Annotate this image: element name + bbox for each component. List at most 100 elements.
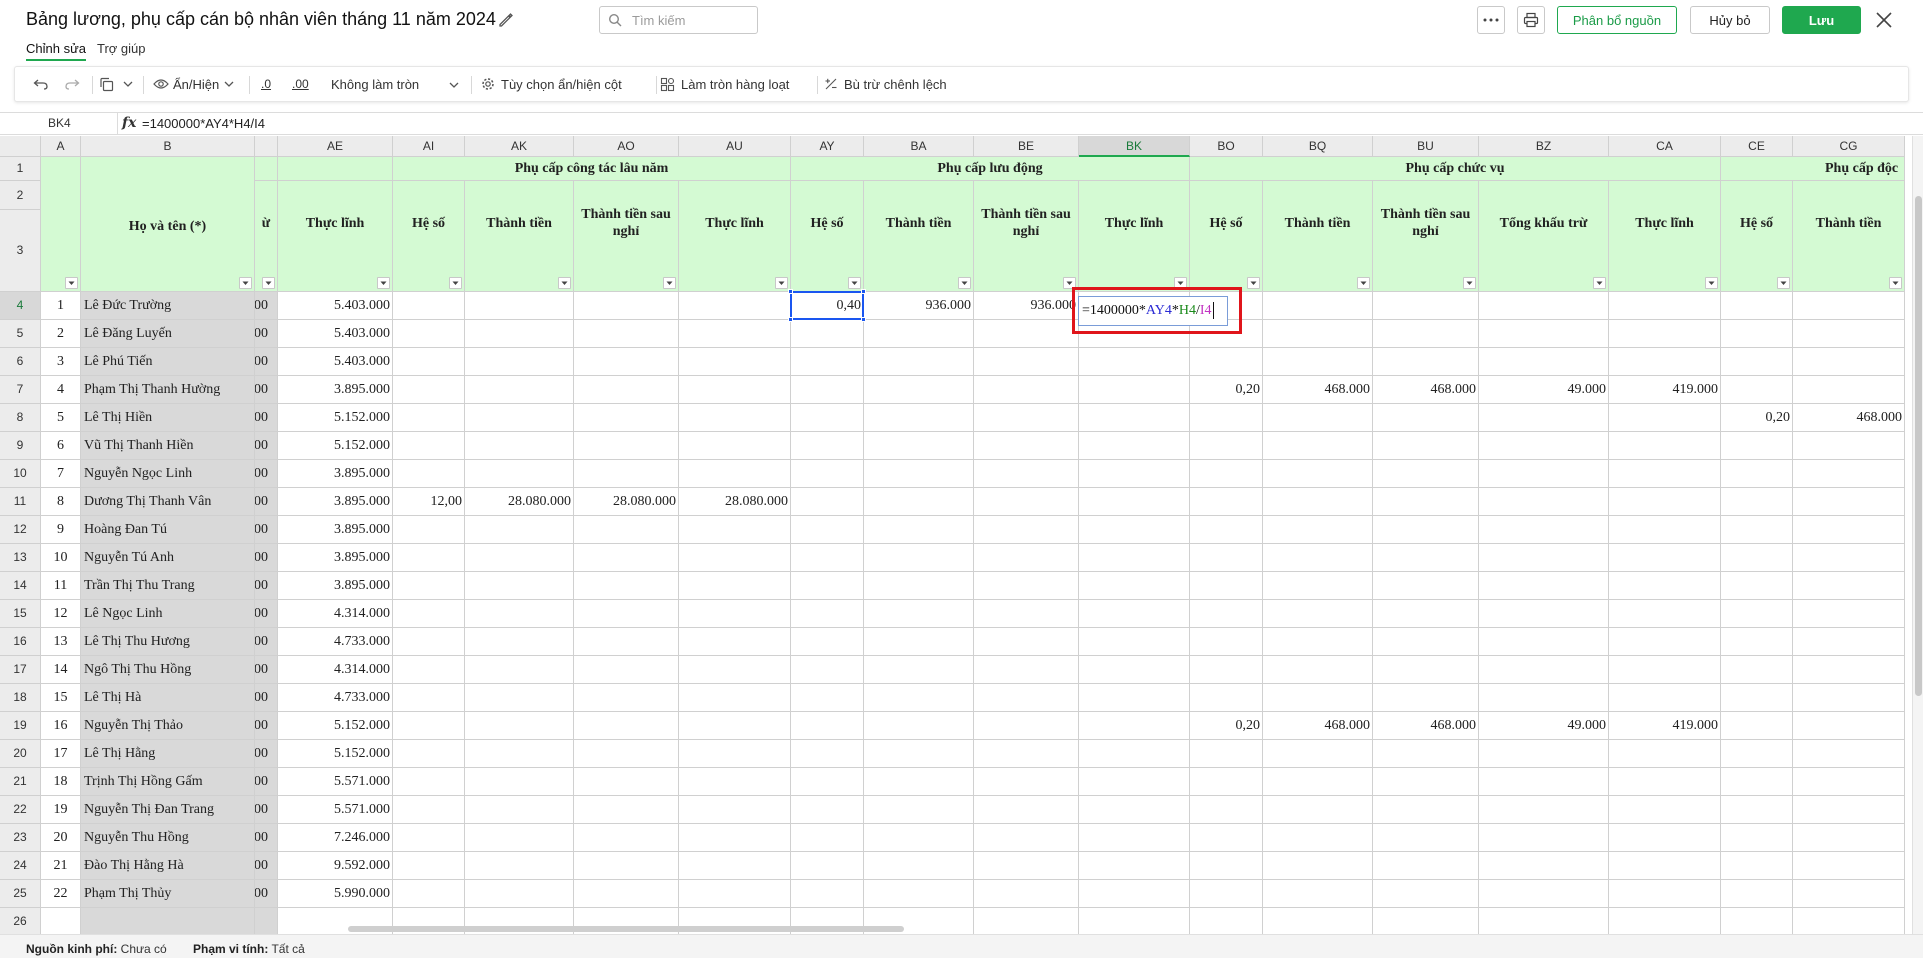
cell-bu[interactable]: 468.000: [1373, 376, 1479, 404]
cell-bo[interactable]: 0,20: [1190, 712, 1263, 740]
cell-c[interactable]: 000: [255, 376, 278, 404]
cell-bo[interactable]: [1190, 348, 1263, 376]
cell-ca[interactable]: [1609, 292, 1721, 320]
cell-c[interactable]: 000: [255, 656, 278, 684]
column-header[interactable]: AK: [465, 136, 574, 157]
cell-au[interactable]: [679, 712, 791, 740]
cell-au[interactable]: [679, 740, 791, 768]
cell-bz[interactable]: [1479, 292, 1609, 320]
filter-dropdown-icon[interactable]: [1463, 277, 1476, 289]
cell-ak[interactable]: [465, 320, 574, 348]
cell-be[interactable]: [974, 516, 1079, 544]
cell-stt[interactable]: 11: [41, 572, 81, 600]
cell-be[interactable]: [974, 768, 1079, 796]
cell-ao[interactable]: [574, 348, 679, 376]
cell-ay[interactable]: [791, 768, 864, 796]
cell-au[interactable]: [679, 684, 791, 712]
cell-ca[interactable]: [1609, 684, 1721, 712]
cell-ak[interactable]: [465, 348, 574, 376]
cell-ae[interactable]: 5.152.000: [278, 712, 393, 740]
cell-bk[interactable]: [1079, 488, 1190, 516]
cell-bk[interactable]: [1079, 768, 1190, 796]
cell-stt[interactable]: 13: [41, 628, 81, 656]
cell-bk[interactable]: [1079, 628, 1190, 656]
cell-bu[interactable]: [1373, 292, 1479, 320]
cell-name[interactable]: Lê Thị Hà: [81, 684, 255, 712]
cell-stt[interactable]: 5: [41, 404, 81, 432]
cell-stt[interactable]: 18: [41, 768, 81, 796]
cell-bq[interactable]: [1263, 600, 1373, 628]
cell-ce[interactable]: [1721, 684, 1793, 712]
cell-c[interactable]: 000: [255, 628, 278, 656]
cell-bu[interactable]: [1373, 684, 1479, 712]
cell-bu[interactable]: [1373, 348, 1479, 376]
cell-ba[interactable]: [864, 376, 974, 404]
cell-bk[interactable]: [1079, 376, 1190, 404]
cell-cg[interactable]: [1793, 376, 1905, 404]
horizontal-scroll-thumb[interactable]: [348, 926, 904, 932]
cell-ai[interactable]: [393, 880, 465, 908]
cell-bo[interactable]: [1190, 684, 1263, 712]
cell-bk[interactable]: [1079, 656, 1190, 684]
cell-ay[interactable]: [791, 852, 864, 880]
cell-bo[interactable]: [1190, 852, 1263, 880]
cell-bz[interactable]: [1479, 824, 1609, 852]
cell-bo[interactable]: [1190, 404, 1263, 432]
cell-ao[interactable]: [574, 460, 679, 488]
cell-au[interactable]: [679, 292, 791, 320]
row-number[interactable]: 4: [0, 292, 41, 320]
filter-dropdown-icon[interactable]: [239, 277, 252, 289]
filter-dropdown-icon[interactable]: [1357, 277, 1370, 289]
vertical-scrollbar[interactable]: [1912, 136, 1923, 934]
cell-name[interactable]: Nguyễn Thu Hồng: [81, 824, 255, 852]
cell-ay[interactable]: [791, 488, 864, 516]
cell-au[interactable]: [679, 768, 791, 796]
cell-ak[interactable]: [465, 712, 574, 740]
cell-cg[interactable]: [1793, 712, 1905, 740]
cell-ai[interactable]: [393, 432, 465, 460]
cell-au[interactable]: [679, 516, 791, 544]
column-header[interactable]: B: [81, 136, 255, 157]
cell-ca[interactable]: [1609, 852, 1721, 880]
cell-ae[interactable]: 5.403.000: [278, 320, 393, 348]
allocate-source-button[interactable]: Phân bổ nguồn: [1557, 6, 1677, 34]
cell-bk[interactable]: [1079, 880, 1190, 908]
decrease-decimal-button[interactable]: .0: [261, 67, 271, 101]
copy-button[interactable]: [99, 67, 114, 101]
tab-edit[interactable]: Chỉnh sửa: [26, 41, 87, 61]
undo-button[interactable]: [33, 67, 49, 101]
cell-be[interactable]: 936.000: [974, 292, 1079, 320]
cell-au[interactable]: [679, 320, 791, 348]
cell-ao[interactable]: [574, 292, 679, 320]
cell-ae[interactable]: 5.403.000: [278, 348, 393, 376]
cell-ae[interactable]: 3.895.000: [278, 572, 393, 600]
cell-bu[interactable]: [1373, 572, 1479, 600]
row-number[interactable]: 20: [0, 740, 41, 768]
row-number[interactable]: 5: [0, 320, 41, 348]
cell-ai[interactable]: [393, 460, 465, 488]
cell-ae[interactable]: 3.895.000: [278, 460, 393, 488]
cell-ay[interactable]: [791, 600, 864, 628]
cell-ao[interactable]: [574, 880, 679, 908]
cell-bk[interactable]: [1079, 404, 1190, 432]
cell-be[interactable]: [974, 460, 1079, 488]
close-icon[interactable]: [1874, 10, 1894, 30]
cell-ba[interactable]: [864, 544, 974, 572]
cell-stt[interactable]: 17: [41, 740, 81, 768]
cell-cg[interactable]: [1793, 348, 1905, 376]
cell-c[interactable]: 000: [255, 740, 278, 768]
cell-ca[interactable]: [1609, 824, 1721, 852]
cell-bu[interactable]: [1373, 824, 1479, 852]
cell-ak[interactable]: [465, 796, 574, 824]
cell-ba[interactable]: [864, 712, 974, 740]
cell-stt[interactable]: 20: [41, 824, 81, 852]
cell-ce[interactable]: [1721, 460, 1793, 488]
cell-ae[interactable]: 5.990.000: [278, 880, 393, 908]
edit-pencil-icon[interactable]: [497, 11, 515, 29]
cell-ai[interactable]: [393, 824, 465, 852]
cell-ae[interactable]: 5.152.000: [278, 432, 393, 460]
cell-bz[interactable]: [1479, 320, 1609, 348]
cell-be[interactable]: [974, 880, 1079, 908]
formula-input[interactable]: =1400000*AY4*H4/I4: [142, 116, 265, 131]
row-number[interactable]: 24: [0, 852, 41, 880]
